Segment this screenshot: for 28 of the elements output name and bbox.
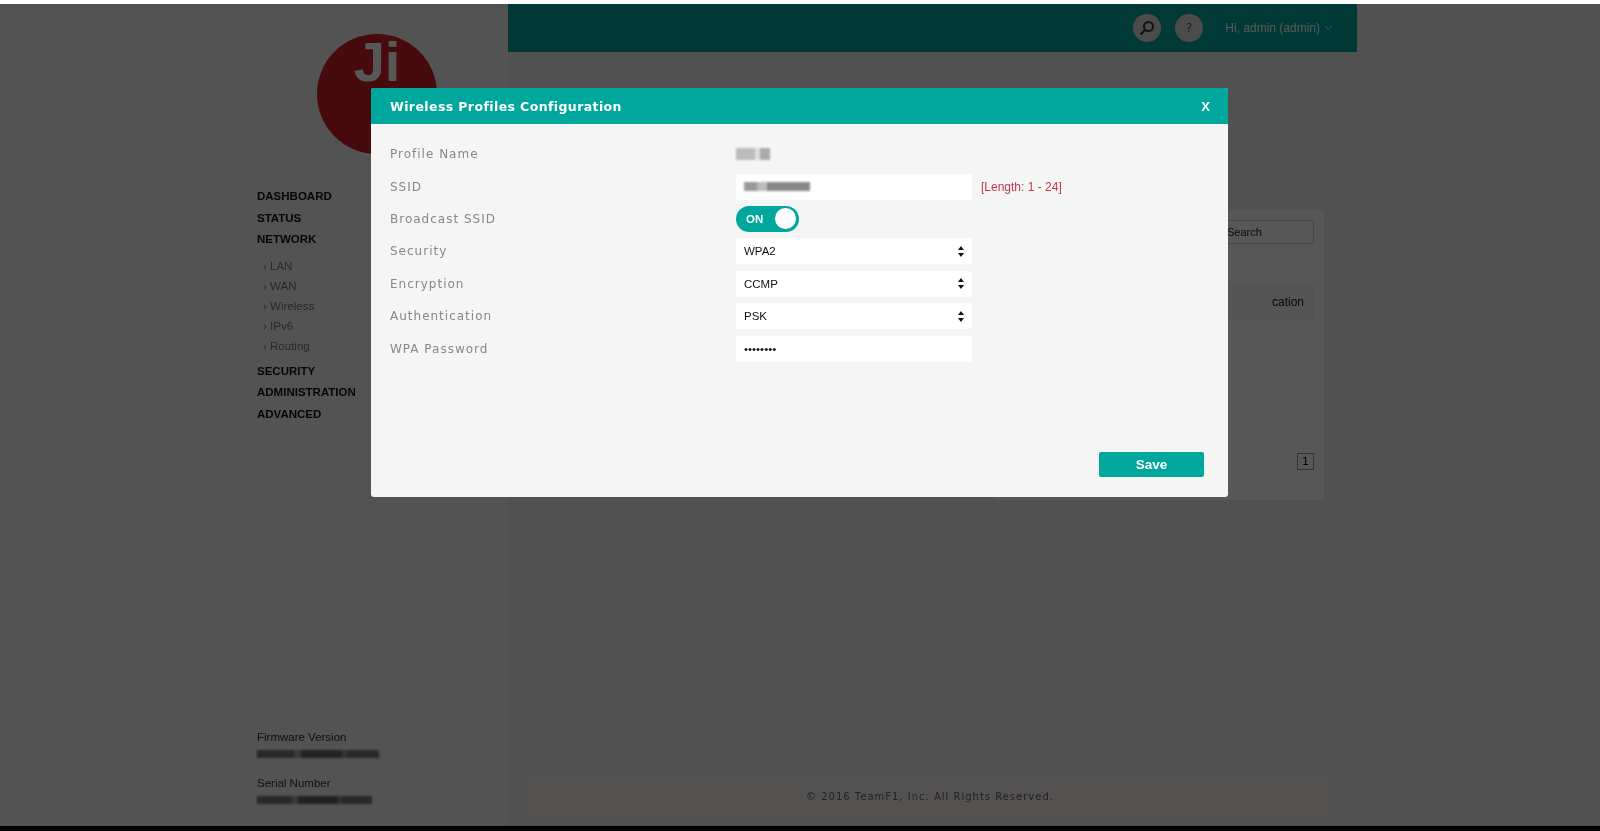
field-label: Security (390, 244, 449, 259)
close-button[interactable]: X (1201, 98, 1210, 114)
field-label: Encryption (390, 276, 466, 291)
select-field[interactable]: CCMP (736, 270, 972, 297)
select-field[interactable]: PSK (736, 303, 972, 330)
chevron-down-icon (1324, 25, 1333, 31)
info-label: Serial Number (257, 777, 331, 789)
select-field[interactable]: WPA2 (736, 238, 972, 265)
field-label: Authentication (390, 309, 494, 324)
blurred-value-drawing (736, 148, 770, 161)
help-button[interactable]: ? (1175, 14, 1204, 42)
toggle-switch[interactable]: ON (736, 205, 799, 232)
page-button[interactable]: 1 (1297, 453, 1314, 470)
length-hint: [Length: 1 - 24] (981, 179, 1063, 194)
updown-icon (958, 278, 964, 290)
field-label: SSID (390, 179, 423, 194)
ssid-field[interactable] (736, 173, 972, 200)
field-label: Broadcast SSID (390, 211, 497, 226)
save-button[interactable]: Save (1099, 452, 1204, 477)
blurred-value-drawing (744, 182, 810, 192)
user-menu[interactable]: Hi, admin (admin) (1225, 21, 1333, 35)
password-field[interactable]: •••••••• (736, 335, 972, 362)
search-icon[interactable] (1133, 14, 1162, 42)
column-header[interactable]: cation (1271, 295, 1304, 309)
updown-icon (958, 245, 964, 257)
updown-icon (958, 310, 964, 322)
info-label: Firmware Version (257, 731, 347, 743)
field-label: WPA Password (390, 341, 490, 356)
